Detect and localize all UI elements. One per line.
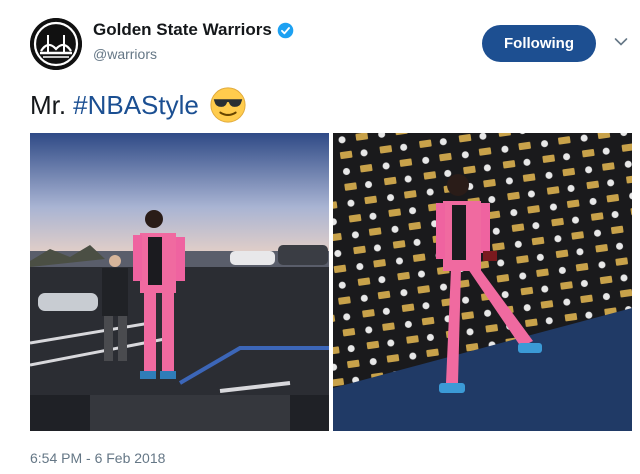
tweet-timestamp[interactable]: 6:54 PM - 6 Feb 2018	[30, 450, 165, 466]
display-name[interactable]: Golden State Warriors	[93, 20, 272, 40]
parking-lot-image	[30, 133, 329, 431]
account-handle[interactable]: @warriors	[93, 46, 157, 62]
step-and-repeat-image	[333, 133, 632, 431]
step-and-repeat-photo[interactable]	[333, 133, 632, 431]
warriors-logo-icon	[30, 18, 82, 70]
verified-badge-icon	[277, 22, 294, 38]
chevron-down-icon[interactable]	[614, 37, 628, 47]
sunglasses-emoji-icon	[210, 87, 246, 123]
tweet-text: Mr. #NBAStyle	[30, 86, 247, 124]
parking-lot-photo[interactable]	[30, 133, 329, 431]
following-button[interactable]: Following	[482, 25, 596, 62]
tweet-text-body: Mr.	[30, 89, 67, 120]
avatar[interactable]	[30, 18, 82, 70]
account-name-row[interactable]: Golden State Warriors	[93, 20, 294, 40]
hashtag-link[interactable]: #NBAStyle	[73, 90, 199, 121]
